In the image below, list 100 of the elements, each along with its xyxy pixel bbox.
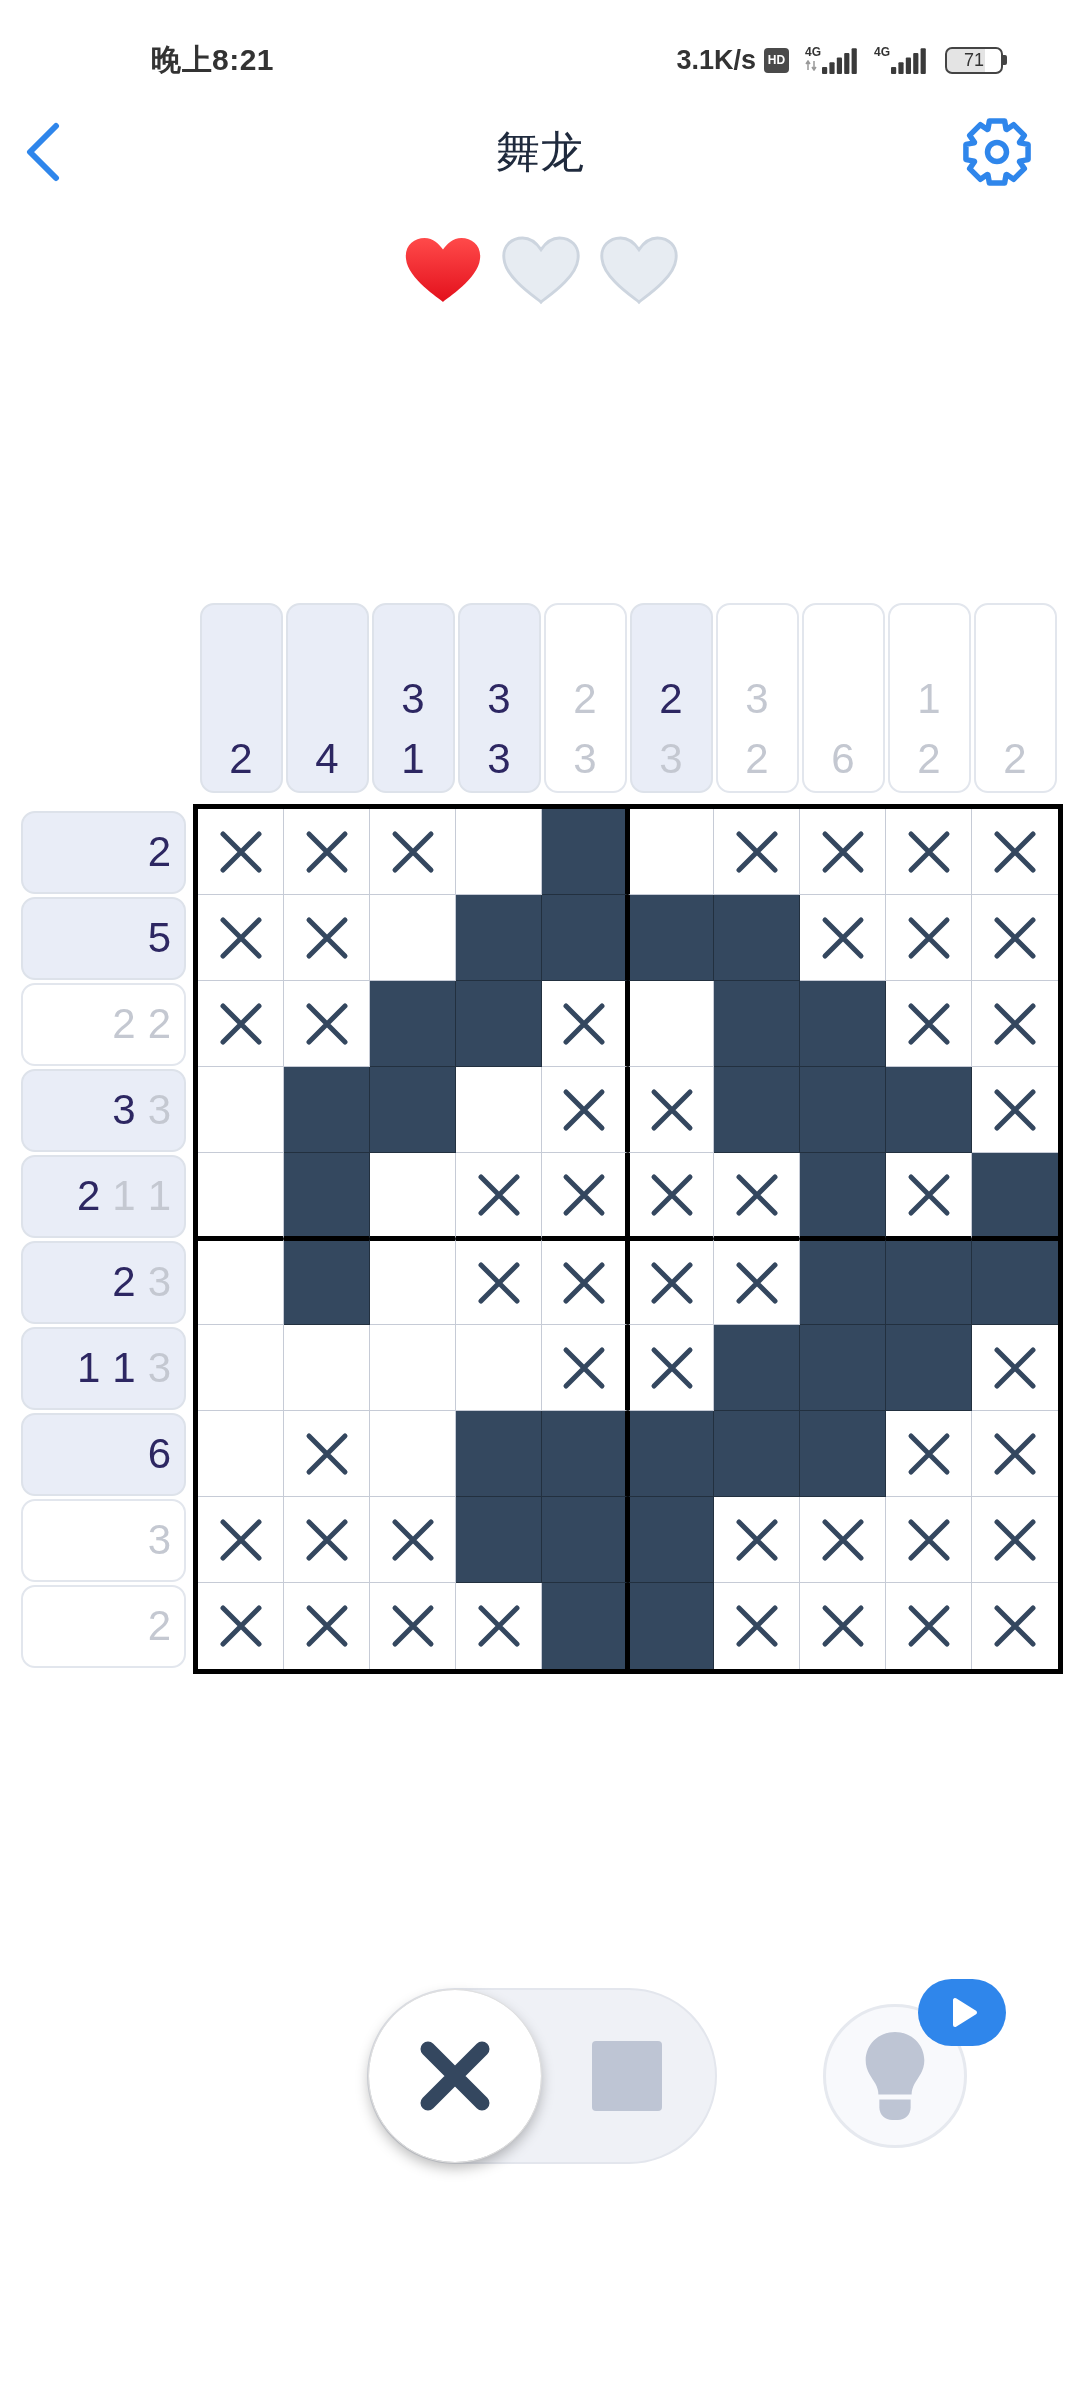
grid-cell[interactable] — [886, 1067, 972, 1153]
clue-number: 2 — [745, 734, 769, 784]
network-type-label: 4G — [874, 46, 890, 58]
grid-cell[interactable] — [628, 1497, 714, 1583]
cross-mark-icon — [218, 1517, 263, 1562]
grid-cell[interactable] — [542, 809, 628, 895]
cross-mark-icon — [304, 915, 349, 960]
grid-cell[interactable] — [284, 1067, 370, 1153]
grid-cell[interactable] — [456, 981, 542, 1067]
cross-mark-icon — [304, 1001, 349, 1046]
grid-cell[interactable] — [370, 1067, 456, 1153]
grid-cell[interactable] — [542, 1583, 628, 1669]
settings-icon — [962, 117, 1032, 187]
cross-mark-icon — [649, 1087, 694, 1132]
grid-cell[interactable] — [800, 1239, 886, 1325]
network-speed: 3.1K/s — [676, 44, 756, 76]
grid-cell[interactable] — [542, 1411, 628, 1497]
cross-mark-icon — [390, 1517, 435, 1562]
grid-cell[interactable] — [456, 1239, 542, 1325]
cross-mark-icon — [390, 1604, 435, 1648]
cross-mode-button[interactable] — [369, 1990, 541, 2162]
clue-number: 1 — [401, 734, 425, 784]
cross-mark-icon — [734, 1260, 779, 1305]
grid-cell[interactable] — [800, 1067, 886, 1153]
clue-number: 4 — [315, 734, 339, 784]
grid-cell[interactable] — [542, 1153, 628, 1239]
network-type-label: 4G — [804, 46, 821, 58]
clue-number: 2 — [917, 734, 941, 784]
cross-mark-icon — [993, 1517, 1037, 1562]
cross-mark-icon — [993, 1604, 1037, 1648]
grid-cell[interactable] — [714, 981, 800, 1067]
cross-mark-icon — [304, 829, 349, 874]
cross-mark-icon — [304, 1517, 349, 1562]
clue-number: 2 — [147, 1000, 171, 1048]
settings-button[interactable] — [962, 117, 1032, 187]
clue-number: 6 — [147, 1430, 171, 1478]
square-icon — [592, 2041, 662, 2111]
puzzle-title: 舞龙 — [496, 124, 584, 179]
cross-mark-icon — [734, 1517, 779, 1562]
grid-cell[interactable] — [628, 1239, 714, 1325]
grid-cell[interactable] — [542, 1325, 628, 1411]
clue-number: 2 — [1003, 734, 1027, 784]
grid-cell[interactable] — [972, 1239, 1058, 1325]
grid-cell[interactable] — [542, 981, 628, 1067]
cross-mark-icon — [820, 1604, 865, 1648]
grid-cell[interactable] — [800, 1153, 886, 1239]
play-badge-icon — [918, 1979, 1006, 2046]
lightbulb-icon — [865, 2032, 925, 2120]
grid-cell[interactable] — [198, 1239, 284, 1325]
grid-cell[interactable] — [542, 895, 628, 981]
cross-mark-icon — [218, 1604, 263, 1648]
grid-cell[interactable] — [456, 895, 542, 981]
clue-number: 1 — [917, 674, 941, 724]
grid-cell[interactable] — [714, 1067, 800, 1153]
cross-mark-icon — [906, 1001, 951, 1046]
grid-cell[interactable] — [628, 1583, 714, 1669]
grid-cell[interactable] — [456, 1497, 542, 1583]
grid-cell[interactable] — [714, 1325, 800, 1411]
grid-cell[interactable] — [886, 1325, 972, 1411]
grid-cell[interactable] — [628, 895, 714, 981]
grid-cell[interactable] — [284, 1239, 370, 1325]
grid-cell[interactable] — [714, 1239, 800, 1325]
grid-cell[interactable] — [628, 1411, 714, 1497]
cross-mark-icon — [993, 829, 1037, 874]
back-button[interactable] — [25, 122, 61, 182]
cross-mark-icon — [304, 1431, 349, 1476]
grid-cell[interactable] — [284, 1153, 370, 1239]
grid-cell[interactable] — [542, 1239, 628, 1325]
cross-mark-icon — [561, 1001, 606, 1046]
cross-mark-icon — [993, 1087, 1037, 1132]
cross-mark-icon — [218, 915, 263, 960]
signal-icon — [822, 48, 858, 74]
grid-cell[interactable] — [542, 1497, 628, 1583]
grid-cell[interactable] — [972, 1153, 1058, 1239]
battery-percent: 71 — [964, 51, 984, 69]
clue-number: 3 — [487, 674, 511, 724]
cross-mark-icon — [820, 915, 865, 960]
cross-mark-icon — [476, 1172, 521, 1217]
cross-mark-icon — [649, 1260, 694, 1305]
cross-mark-icon — [734, 1172, 779, 1217]
grid-cell[interactable] — [800, 1325, 886, 1411]
clue-number: 3 — [745, 674, 769, 724]
grid-cell[interactable] — [714, 895, 800, 981]
cross-mark-icon — [906, 1172, 951, 1217]
cross-mark-icon — [561, 1087, 606, 1132]
clue-number: 2 — [147, 1602, 171, 1650]
cross-icon — [420, 2041, 490, 2111]
clue-number: 2 — [573, 674, 597, 724]
grid-cell[interactable] — [542, 1067, 628, 1153]
cross-mark-icon — [734, 829, 779, 874]
grid-cell[interactable] — [370, 981, 456, 1067]
cross-mark-icon — [906, 829, 951, 874]
grid-cell[interactable] — [714, 1411, 800, 1497]
grid-cell[interactable] — [886, 1239, 972, 1325]
grid-cell[interactable] — [370, 1239, 456, 1325]
grid-cell[interactable] — [456, 1411, 542, 1497]
grid-cell[interactable] — [800, 981, 886, 1067]
clue-number: 1 — [112, 1344, 136, 1392]
cross-mark-icon — [218, 1001, 263, 1046]
grid-cell[interactable] — [800, 1411, 886, 1497]
